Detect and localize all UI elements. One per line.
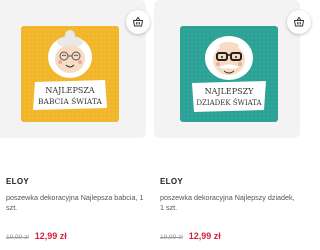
product-name[interactable]: poszewka dekoracyjna Najlepszy dziadek, … xyxy=(160,193,300,213)
price-row: 19,99 zł 12,99 zł xyxy=(6,231,67,241)
old-price: 19,99 zł xyxy=(6,234,29,241)
add-to-basket-button[interactable] xyxy=(287,10,311,34)
sale-price: 12,99 zł xyxy=(34,231,67,241)
brand-name[interactable]: ELOY xyxy=(6,177,29,186)
cushion-text-line1: NAJLEPSZY xyxy=(205,87,255,96)
price-row: 19,99 zł 12,99 zł xyxy=(160,231,221,241)
cushion-image[interactable]: NAJLEPSZY DZIADEK ŚWIATA xyxy=(180,26,278,122)
add-to-basket-button[interactable] xyxy=(126,10,150,34)
cushion-text-line2: BABCIA ŚWIATA xyxy=(38,97,102,106)
brand-name[interactable]: ELOY xyxy=(160,177,183,186)
product-image-box[interactable]: NAJLEPSZY DZIADEK ŚWIATA xyxy=(154,0,311,138)
cushion-text-line2: DZIADEK ŚWIATA xyxy=(196,98,262,107)
basket-icon xyxy=(294,16,304,27)
old-price: 19,99 zł xyxy=(160,234,183,241)
cushion-text-line1: NAJLEPSZA xyxy=(45,86,95,95)
sale-price: 12,99 zł xyxy=(188,231,221,241)
product-card[interactable]: NAJLEPSZA BABCIA ŚWIATA ELOY poszewka de… xyxy=(0,0,150,250)
basket-icon xyxy=(133,16,143,27)
product-name[interactable]: poszewka dekoracyjna Najlepsza babcia, 1… xyxy=(6,193,146,213)
product-card[interactable]: NAJLEPSZY DZIADEK ŚWIATA ELOY poszewka d… xyxy=(154,0,311,250)
cushion-image[interactable]: NAJLEPSZA BABCIA ŚWIATA xyxy=(21,26,119,122)
product-image-box[interactable]: NAJLEPSZA BABCIA ŚWIATA xyxy=(0,0,150,138)
